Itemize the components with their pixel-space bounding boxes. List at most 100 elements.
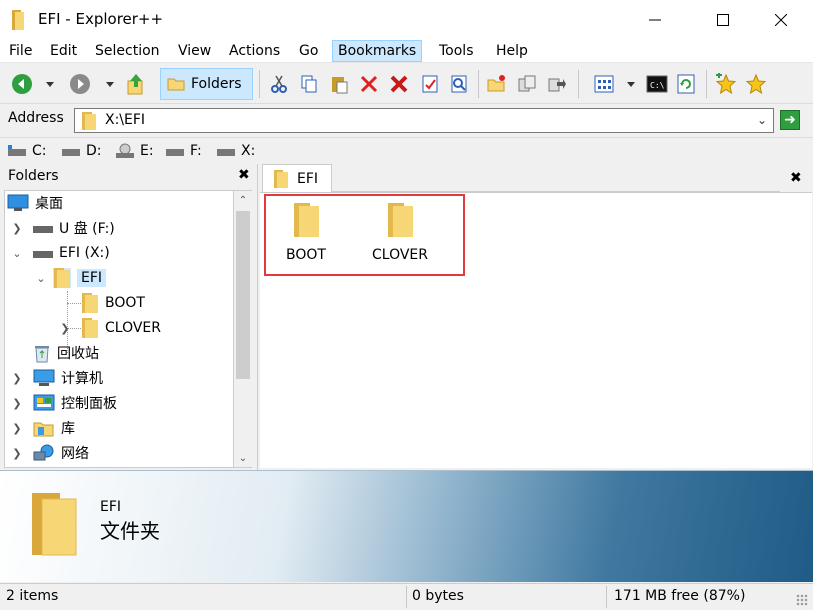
folders-label: Folders xyxy=(191,76,242,92)
scroll-up-icon[interactable]: ⌃ xyxy=(234,191,252,209)
go-arrow-icon: ➜ xyxy=(784,112,796,128)
resize-grip[interactable] xyxy=(796,594,808,606)
drive-f-button[interactable]: F: xyxy=(166,141,202,161)
tree-item-computer[interactable]: ❯ 计算机 xyxy=(11,366,103,390)
search-button[interactable] xyxy=(447,72,471,96)
tree-item-efi-drive[interactable]: ⌄ EFI (X:) xyxy=(11,241,109,265)
view-grid-icon xyxy=(594,75,614,93)
tree-item-recycle-bin[interactable]: 回收站 xyxy=(33,341,99,365)
delete-button[interactable] xyxy=(357,72,381,96)
toolbar-separator xyxy=(578,70,579,98)
copy-button[interactable] xyxy=(297,72,321,96)
scroll-down-icon[interactable]: ⌄ xyxy=(234,449,252,467)
tree-item-network[interactable]: ❯ 网络 xyxy=(11,441,89,465)
close-button[interactable] xyxy=(758,0,804,40)
maximize-icon xyxy=(717,14,729,26)
move-to-button[interactable] xyxy=(545,72,569,96)
menu-file[interactable]: File xyxy=(4,40,37,62)
tree-item-desktop[interactable]: 桌面 xyxy=(7,191,63,215)
add-bookmark-button[interactable] xyxy=(714,72,738,96)
search-icon xyxy=(451,75,467,93)
command-prompt-button[interactable]: C:\ xyxy=(645,72,669,96)
drive-label: X: xyxy=(241,143,256,159)
move-to-icon xyxy=(548,78,566,92)
drive-c-button[interactable]: C: xyxy=(8,141,47,161)
drive-icon xyxy=(217,149,235,156)
tree-guide-line xyxy=(67,303,81,304)
menu-help[interactable]: Help xyxy=(491,40,533,62)
drive-x-button[interactable]: X: xyxy=(217,141,255,161)
address-value: X:\EFI xyxy=(105,112,146,128)
expand-chevron-icon[interactable]: ❯ xyxy=(59,322,71,335)
menu-edit[interactable]: Edit xyxy=(45,40,82,62)
delete-permanently-button[interactable] xyxy=(387,72,411,96)
drive-d-button[interactable]: D: xyxy=(62,141,102,161)
tree-item-boot[interactable]: BOOT xyxy=(81,291,145,315)
menu-selection[interactable]: Selection xyxy=(90,40,165,62)
minimize-button[interactable] xyxy=(632,0,678,40)
paste-button[interactable] xyxy=(327,72,351,96)
tree-item-label: BOOT xyxy=(105,295,145,311)
expand-chevron-icon[interactable]: ❯ xyxy=(11,397,23,410)
svg-text:C:\: C:\ xyxy=(650,81,665,90)
menu-actions[interactable]: Actions xyxy=(224,40,285,62)
tab-efi[interactable]: EFI xyxy=(262,164,332,192)
address-input[interactable]: X:\EFI ⌄ xyxy=(74,108,774,133)
folders-toggle-button[interactable]: Folders xyxy=(160,68,253,100)
minimize-icon xyxy=(649,19,661,21)
tab-label: EFI xyxy=(297,170,319,187)
scroll-thumb[interactable] xyxy=(236,211,250,379)
menu-tools[interactable]: Tools xyxy=(434,40,479,62)
address-dropdown-icon[interactable]: ⌄ xyxy=(757,113,767,127)
maximize-button[interactable] xyxy=(700,0,746,40)
tree-item-control-panel[interactable]: ❯ 控制面板 xyxy=(11,391,117,415)
forward-dropdown-icon[interactable] xyxy=(106,82,114,87)
cut-button[interactable] xyxy=(267,72,291,96)
expand-chevron-icon[interactable]: ❯ xyxy=(11,422,23,435)
tree-item-clover[interactable]: ❯ CLOVER xyxy=(59,316,161,340)
status-separator xyxy=(406,586,407,608)
new-folder-button[interactable] xyxy=(485,72,509,96)
delete-x-icon xyxy=(360,75,378,93)
menu-bookmarks[interactable]: Bookmarks xyxy=(332,40,423,62)
status-free-space: 171 MB free (87%) xyxy=(614,588,746,604)
folder-icon xyxy=(82,318,98,338)
back-button[interactable] xyxy=(10,72,34,96)
properties-button[interactable] xyxy=(418,72,442,96)
views-button[interactable] xyxy=(592,72,616,96)
drive-icon xyxy=(166,149,184,156)
scissors-icon xyxy=(271,75,287,93)
window-title: EFI - Explorer++ xyxy=(38,10,164,28)
menu-go[interactable]: Go xyxy=(294,40,323,62)
collapse-chevron-icon[interactable]: ⌄ xyxy=(11,247,23,260)
up-button[interactable] xyxy=(124,72,148,96)
new-folder-icon xyxy=(487,75,505,92)
tree-item-efi-folder[interactable]: ⌄ EFI xyxy=(35,266,107,290)
drives-bar: C: D: E: F: X: xyxy=(0,137,813,163)
tree-item-library[interactable]: ❯ 库 xyxy=(11,416,75,440)
tab-close-button[interactable]: ✖ xyxy=(790,170,802,186)
go-button[interactable]: ➜ xyxy=(780,110,800,130)
tab-bar: EFI xyxy=(260,164,813,192)
tree-item-label: 库 xyxy=(61,421,75,437)
forward-button[interactable] xyxy=(68,72,92,96)
folder-open-icon xyxy=(167,78,185,91)
bookmarks-button[interactable] xyxy=(744,72,768,96)
back-dropdown-icon[interactable] xyxy=(46,82,54,87)
close-icon xyxy=(775,14,787,26)
folder-tree-scrollbar[interactable]: ⌃ ⌄ xyxy=(234,190,252,468)
folders-pane-close-button[interactable]: ✖ xyxy=(238,167,250,183)
drive-e-button[interactable]: E: xyxy=(116,141,154,161)
expand-chevron-icon[interactable]: ❯ xyxy=(11,447,23,460)
folders-pane: Folders ✖ 桌面 ❯ U 盘 (F:) ⌄ EFI (X:) ⌄ EFI xyxy=(0,164,258,470)
tree-item-u-drive[interactable]: ❯ U 盘 (F:) xyxy=(11,216,114,240)
collapse-chevron-icon[interactable]: ⌄ xyxy=(35,272,47,285)
expand-chevron-icon[interactable]: ❯ xyxy=(11,372,23,385)
refresh-button[interactable] xyxy=(674,72,698,96)
copy-to-button[interactable] xyxy=(515,72,539,96)
library-icon xyxy=(33,422,54,437)
expand-chevron-icon[interactable]: ❯ xyxy=(11,222,23,235)
folder-tree[interactable]: 桌面 ❯ U 盘 (F:) ⌄ EFI (X:) ⌄ EFI BOOT ❯ CL… xyxy=(4,190,234,468)
menu-view[interactable]: View xyxy=(173,40,216,62)
views-dropdown-icon[interactable] xyxy=(627,82,635,87)
